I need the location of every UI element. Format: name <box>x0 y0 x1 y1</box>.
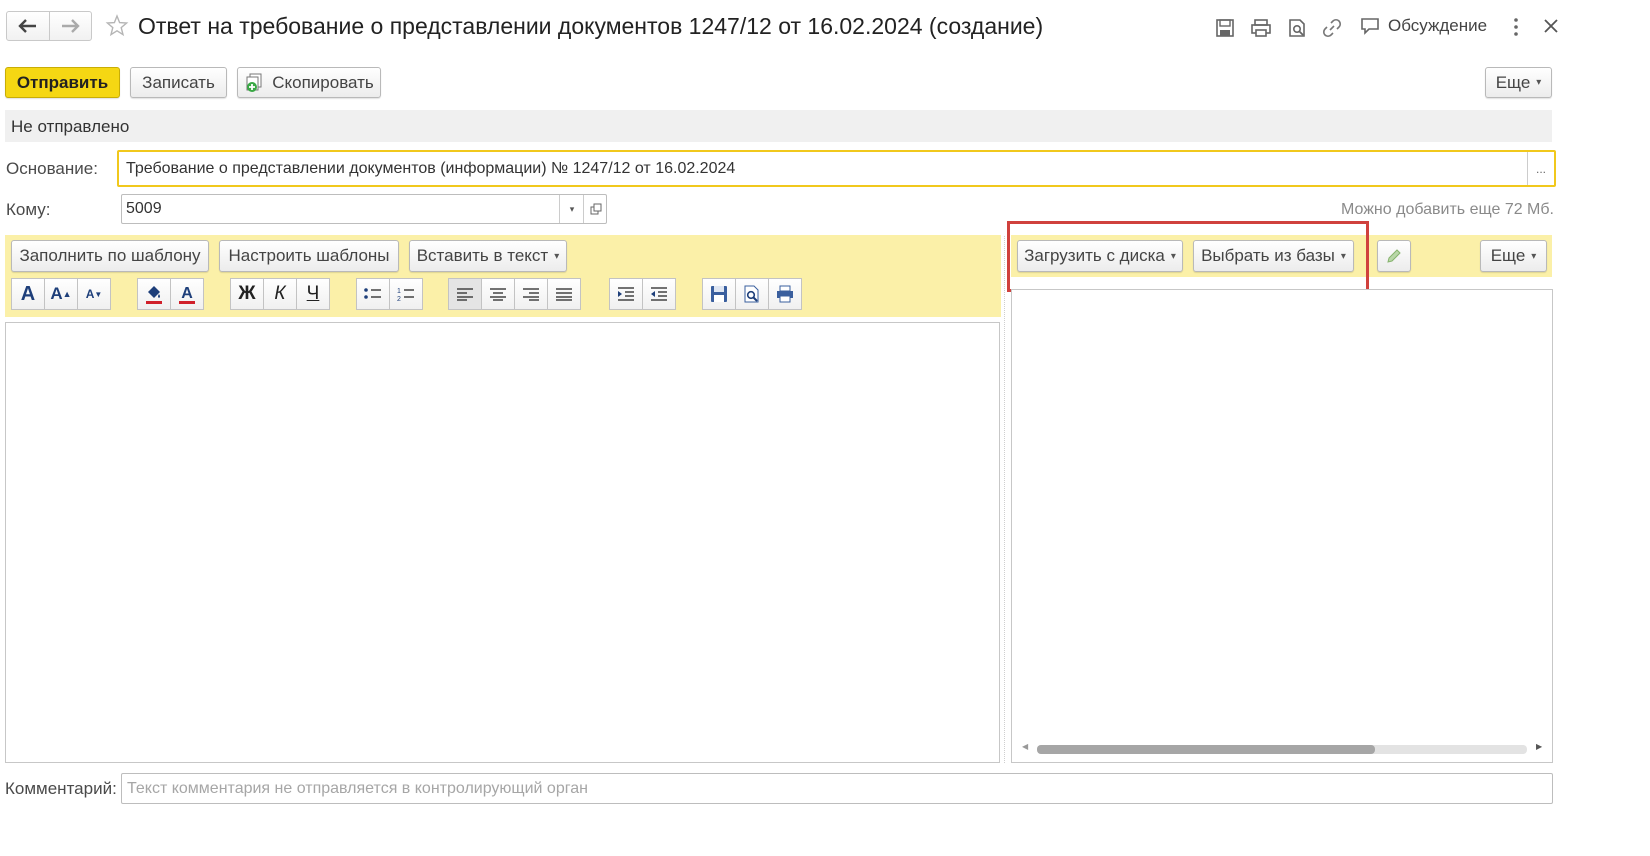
svg-text:1: 1 <box>397 288 401 295</box>
font-increase-icon[interactable]: A ▲ <box>44 278 78 310</box>
editor-text-area[interactable] <box>5 322 1000 763</box>
highlight-frame <box>1007 221 1369 292</box>
font-bold-a-icon[interactable]: A <box>11 278 45 310</box>
align-justify-icon[interactable] <box>547 278 581 310</box>
save-record-button[interactable]: Записать <box>130 67 227 98</box>
copy-add-icon <box>246 73 262 92</box>
chevron-down-icon: ▾ <box>1536 77 1542 88</box>
preview-icon[interactable] <box>1285 17 1309 39</box>
bold-icon[interactable]: Ж <box>230 278 264 310</box>
list-group: 12 <box>356 278 423 310</box>
indent-decrease-icon[interactable] <box>642 278 676 310</box>
fill-color-icon[interactable] <box>137 278 171 310</box>
chat-icon <box>1361 18 1379 35</box>
font-decrease-icon[interactable]: A ▼ <box>77 278 111 310</box>
configure-templates-label: Настроить шаблоны <box>228 246 390 265</box>
insert-text-button[interactable]: Вставить в текст ▾ <box>409 240 567 272</box>
save-label: Записать <box>142 72 215 92</box>
to-field[interactable]: 5009 ▾ <box>121 194 607 224</box>
status-bar: Не отправлено <box>5 110 1552 142</box>
align-left-icon[interactable] <box>448 278 482 310</box>
numbered-list-icon[interactable]: 12 <box>389 278 423 310</box>
style-group: Ж К Ч <box>230 278 330 310</box>
to-label: Кому: <box>6 200 51 219</box>
dropdown-arrow-icon: ▾ <box>569 203 575 214</box>
configure-templates-button[interactable]: Настроить шаблоны <box>219 240 399 272</box>
send-label: Отправить <box>16 72 109 92</box>
copy-button[interactable]: Скопировать <box>237 67 381 98</box>
link-icon[interactable] <box>1320 17 1344 39</box>
attachments-more-label: Еще <box>1490 246 1526 265</box>
basis-field[interactable]: Требование о представлении документов (и… <box>117 150 1556 187</box>
kebab-menu-icon[interactable] <box>1512 16 1520 38</box>
page-title: Ответ на требование о представлении доку… <box>138 13 1044 39</box>
favorite-star-icon[interactable] <box>105 14 129 43</box>
comment-input[interactable] <box>121 773 1553 804</box>
align-center-icon[interactable] <box>481 278 515 310</box>
bullet-list-icon[interactable] <box>356 278 390 310</box>
back-button[interactable] <box>7 12 50 40</box>
basis-select-button[interactable]: ... <box>1527 152 1554 185</box>
color-group: A <box>137 278 204 310</box>
copy-label: Скопировать <box>272 72 374 92</box>
underline-icon[interactable]: Ч <box>296 278 330 310</box>
align-right-icon[interactable] <box>514 278 548 310</box>
print-preview-icon[interactable] <box>735 278 769 310</box>
scrollbar-thumb[interactable] <box>1037 745 1375 754</box>
svg-text:A: A <box>181 285 193 302</box>
discussion-label: Обсуждение <box>1388 16 1488 35</box>
align-group <box>448 278 581 310</box>
text-color-icon[interactable]: A <box>170 278 204 310</box>
fill-template-button[interactable]: Заполнить по шаблону <box>11 240 209 272</box>
arrow-left-icon <box>18 19 36 33</box>
basis-label: Основание: <box>6 159 98 178</box>
insert-text-label: Вставить в текст <box>416 246 549 265</box>
svg-text:2: 2 <box>397 296 401 302</box>
scroll-right-icon[interactable]: ▶ <box>1536 742 1542 751</box>
arrow-right-icon <box>62 19 80 33</box>
send-button[interactable]: Отправить <box>5 67 120 98</box>
font-size-group: A A ▲ A ▼ <box>11 278 111 310</box>
indent-increase-icon[interactable] <box>609 278 643 310</box>
italic-icon[interactable]: К <box>263 278 297 310</box>
open-window-icon <box>590 203 601 215</box>
horizontal-scrollbar[interactable] <box>1037 745 1527 754</box>
close-icon[interactable] <box>1543 18 1559 39</box>
basis-select-glyph: ... <box>1535 161 1546 176</box>
file-group <box>702 278 802 310</box>
comment-label: Комментарий: <box>5 779 117 798</box>
attachments-more-button[interactable]: Еще ▾ <box>1480 240 1547 272</box>
print-doc-icon[interactable] <box>768 278 802 310</box>
save-icon[interactable] <box>1213 17 1237 39</box>
space-left-text: Можно добавить еще 72 Мб. <box>1341 201 1554 218</box>
to-dropdown-button[interactable]: ▾ <box>559 195 584 223</box>
to-open-button[interactable] <box>583 195 607 223</box>
panel-splitter[interactable] <box>1004 236 1005 763</box>
underline-glyph: Ч <box>306 283 320 304</box>
edit-attachment-button[interactable] <box>1377 240 1411 272</box>
indent-group <box>609 278 676 310</box>
to-value: 5009 <box>126 200 162 217</box>
bold-glyph: Ж <box>238 283 256 304</box>
nav-back-forward <box>6 11 92 41</box>
chevron-down-icon: ▾ <box>1531 250 1537 262</box>
discussion-button[interactable]: Обсуждение <box>1360 16 1487 36</box>
chevron-down-icon: ▾ <box>554 250 560 262</box>
print-icon[interactable] <box>1249 17 1273 39</box>
more-label: Еще <box>1495 72 1531 92</box>
italic-glyph: К <box>274 283 286 304</box>
status-text: Не отправлено <box>11 117 130 136</box>
basis-value: Требование о представлении документов (и… <box>126 160 736 177</box>
fill-template-label: Заполнить по шаблону <box>19 246 201 265</box>
pencil-icon <box>1387 249 1401 263</box>
scroll-left-icon[interactable]: ◀ <box>1022 742 1028 751</box>
save-doc-icon[interactable] <box>702 278 736 310</box>
more-button[interactable]: Еще ▾ <box>1485 67 1552 98</box>
forward-button[interactable] <box>50 12 92 40</box>
attachments-list[interactable]: ◀ ▶ <box>1011 289 1553 763</box>
